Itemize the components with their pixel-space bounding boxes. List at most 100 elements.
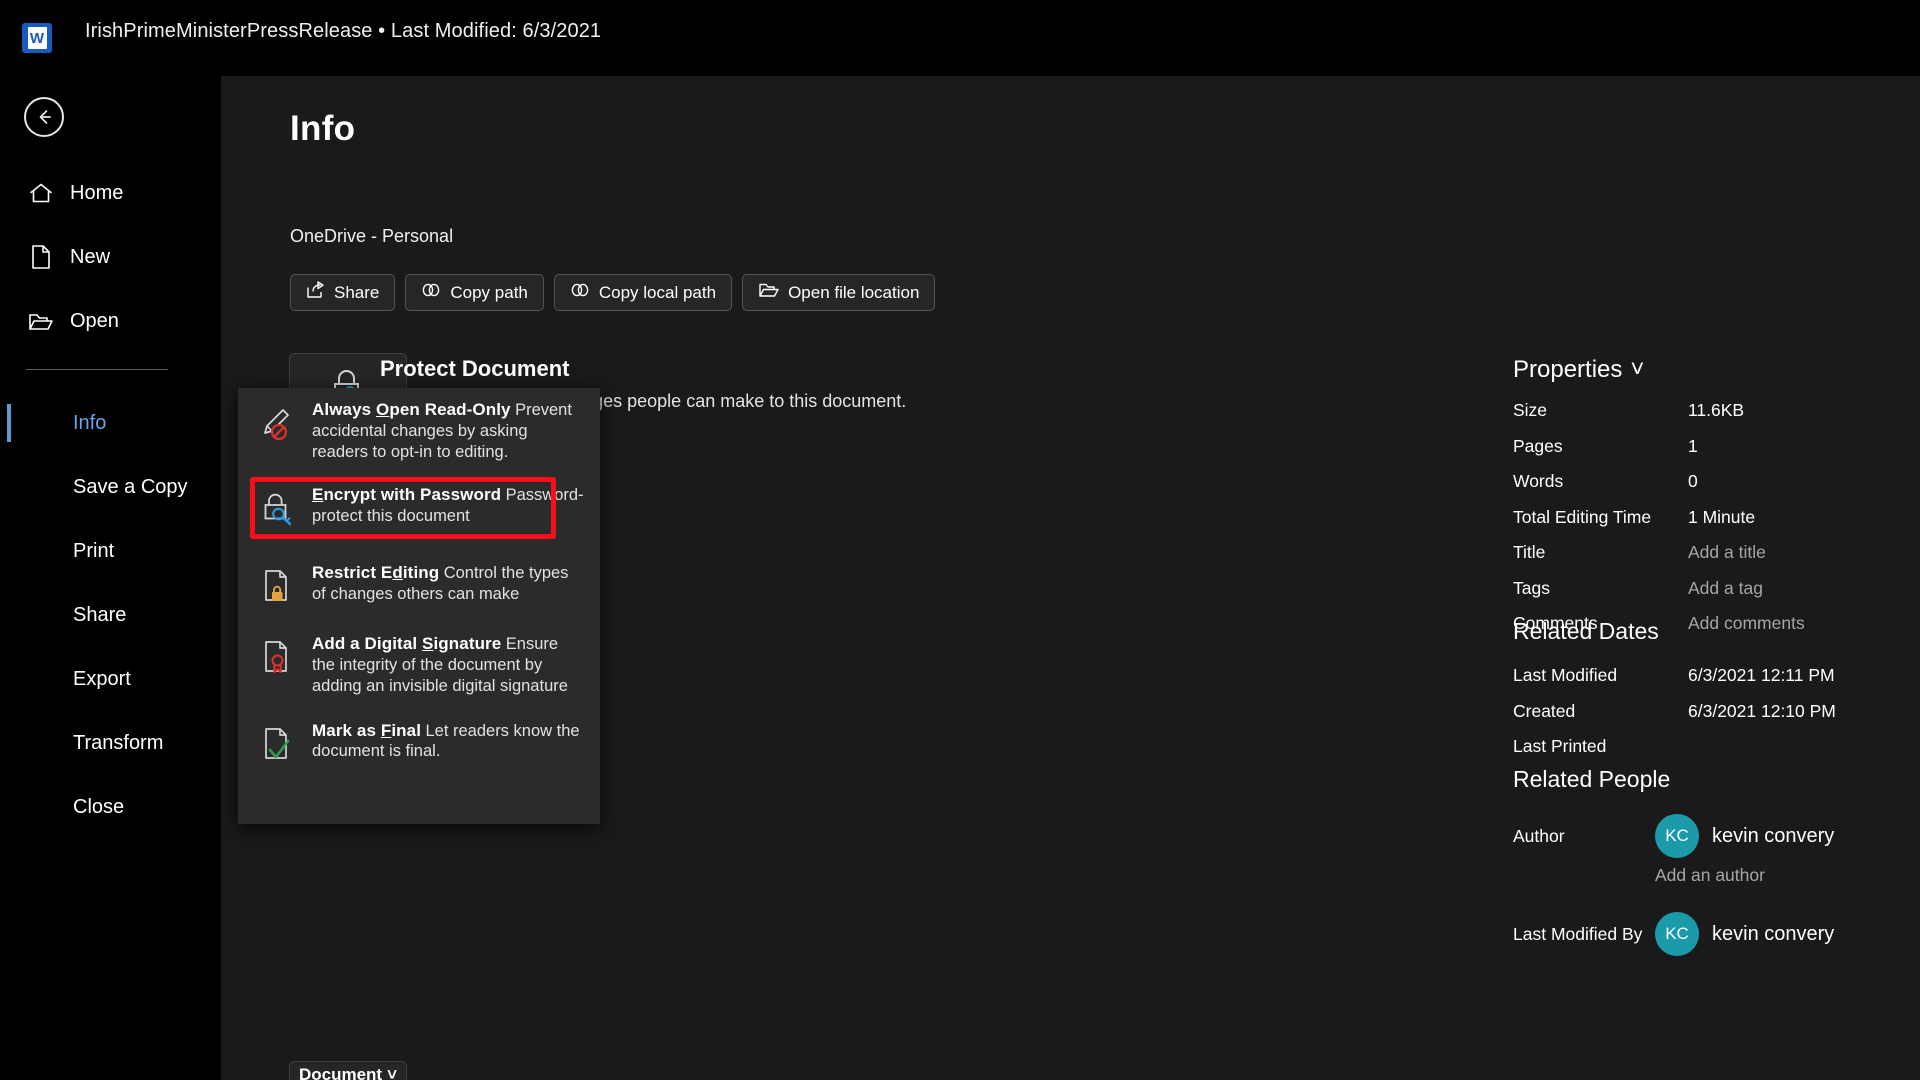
sidebar-item-export[interactable]: Export [0, 647, 221, 711]
sidebar-item-save-a-copy[interactable]: Save a Copy [0, 455, 221, 519]
back-button[interactable] [24, 97, 64, 137]
lock-key-icon [258, 484, 298, 533]
page-title: Info [290, 109, 356, 148]
menu-item-restrict-editing[interactable]: Restrict Editing Control the types of ch… [238, 544, 600, 622]
property-key: Words [1513, 471, 1564, 491]
chevron-down-icon: ˅ [1630, 356, 1645, 383]
menu-item-text: Always Open Read-Only Prevent accidental… [312, 399, 584, 462]
copy-path-button[interactable]: Copy path [405, 274, 544, 311]
properties-list: Size 11.6KB Pages 1 Words 0 Total Editin… [1513, 400, 1913, 649]
menu-item-title: Encrypt with Password [312, 485, 502, 505]
sidebar-top-group: Home New Open [0, 161, 221, 353]
word-backstage-info-screen: W IrishPrimeMinisterPressRelease • Last … [0, 0, 1920, 1080]
properties-heading-label: Properties [1513, 356, 1623, 383]
menu-item-mark-as-final[interactable]: Mark as Final Let readers know the docum… [238, 708, 600, 780]
menu-item-text: Mark as Final Let readers know the docum… [312, 720, 584, 769]
sidebar-item-share[interactable]: Share [0, 583, 221, 647]
related-date-value: 6/3/2021 12:11 PM [1688, 665, 1835, 685]
sidebar-item-label: Open [70, 309, 119, 332]
property-row-title: Title Add a title [1513, 542, 1913, 578]
file-actions-toolbar: Share Copy path Copy local path Open fil… [290, 274, 936, 311]
related-date-row-created: Created 6/3/2021 12:10 PM [1513, 701, 1913, 737]
menu-item-encrypt-with-password[interactable]: Encrypt with Password Password-protect t… [238, 473, 600, 544]
button-label: Copy path [450, 282, 528, 302]
document-title: IrishPrimeMinisterPressRelease • Last Mo… [85, 20, 602, 42]
sidebar-item-home[interactable]: Home [0, 161, 221, 225]
related-date-key: Created [1513, 700, 1576, 721]
property-value: 1 [1688, 435, 1698, 456]
document-seal-icon [258, 633, 298, 696]
property-row-total-editing-time: Total Editing Time 1 Minute [1513, 507, 1913, 543]
property-value: 11.6KB [1688, 400, 1745, 420]
button-label: Share [334, 282, 380, 302]
copy-local-path-button[interactable]: Copy local path [553, 274, 733, 311]
menu-item-text: Encrypt with Password Password-protect t… [312, 484, 584, 533]
related-date-value: 6/3/2021 12:10 PM [1688, 700, 1836, 721]
back-arrow-icon [39, 110, 51, 124]
sidebar-item-label: New [70, 245, 111, 268]
share-icon [306, 281, 325, 304]
title-field[interactable]: Add a title [1688, 542, 1766, 563]
property-row-pages: Pages 1 [1513, 436, 1913, 472]
related-date-key: Last Modified [1513, 665, 1618, 685]
related-people-heading: Related People [1513, 766, 1671, 792]
menu-item-title: Always Open Read-Only [312, 400, 511, 419]
property-row-size: Size 11.6KB [1513, 400, 1913, 436]
sidebar-item-close[interactable]: Close [0, 775, 221, 839]
folder-open-icon [758, 281, 779, 304]
new-document-icon [26, 242, 56, 272]
chevron-down-icon: ˅ [387, 1065, 398, 1080]
properties-heading[interactable]: Properties ˅ [1513, 356, 1644, 384]
pencil-blocked-icon [258, 399, 298, 462]
link-icon [421, 281, 441, 304]
storage-location-label: OneDrive - Personal [290, 226, 454, 246]
sidebar-bottom-group: Info Save a Copy Print Share Export Tran… [0, 391, 221, 839]
sidebar-item-label: Export [73, 667, 131, 690]
menu-item-always-open-read-only[interactable]: Always Open Read-Only Prevent accidental… [238, 388, 600, 473]
bottom-tile-line2: Document ˅ [299, 1065, 397, 1080]
add-an-author-field[interactable]: Add an author [1655, 865, 1913, 905]
button-label: Open file location [788, 282, 920, 302]
property-key: Title [1513, 542, 1546, 562]
property-key: Tags [1513, 577, 1550, 598]
related-dates-section: Related Dates Last Modified 6/3/2021 12:… [1513, 618, 1913, 772]
related-people-section: Related People Author KC kevin convery A… [1513, 766, 1913, 963]
document-lock-icon [258, 562, 298, 611]
property-value: 0 [1688, 471, 1698, 491]
property-key: Total Editing Time [1513, 506, 1652, 527]
last-modified-by-row: Last Modified By KC kevin convery [1513, 905, 1913, 963]
link-icon [570, 281, 590, 304]
sidebar-item-transform[interactable]: Transform [0, 711, 221, 775]
sidebar-item-label: Share [73, 603, 127, 626]
related-date-row-last-modified: Last Modified 6/3/2021 12:11 PM [1513, 665, 1913, 701]
menu-item-text: Add a Digital Signature Ensure the integ… [312, 633, 584, 696]
tags-field[interactable]: Add a tag [1688, 578, 1763, 599]
related-date-key: Last Printed [1513, 736, 1607, 756]
sidebar-item-open[interactable]: Open [0, 289, 221, 353]
avatar: KC [1655, 814, 1699, 858]
avatar: KC [1655, 912, 1699, 956]
sidebar-item-info[interactable]: Info [0, 391, 221, 455]
backstage-sidebar: Home New Open Info Save a Copy Print Sha… [0, 76, 221, 1080]
button-label: Copy local path [598, 282, 717, 302]
sidebar-item-label: Home [70, 181, 124, 204]
property-row-tags: Tags Add a tag [1513, 578, 1913, 614]
manage-document-tile[interactable]: Document ˅ [289, 1061, 407, 1080]
open-file-location-button[interactable]: Open file location [742, 274, 936, 311]
sidebar-item-label: Transform [73, 731, 164, 754]
protect-document-dropdown-menu: Always Open Read-Only Prevent accidental… [238, 388, 600, 824]
related-dates-list: Last Modified 6/3/2021 12:11 PM Created … [1513, 665, 1913, 772]
menu-item-add-a-digital-signature[interactable]: Add a Digital Signature Ensure the integ… [238, 622, 600, 707]
open-folder-icon [26, 306, 56, 336]
document-check-icon [258, 720, 298, 769]
author-key: Author [1513, 825, 1565, 846]
sidebar-item-label: Save a Copy [73, 475, 188, 498]
bottom-tile-label: Document [298, 1065, 383, 1080]
protect-document-heading: Protect Document [380, 356, 570, 381]
property-key: Pages [1513, 435, 1563, 456]
sidebar-item-print[interactable]: Print [0, 519, 221, 583]
word-logo-letter: W [27, 27, 47, 49]
share-button[interactable]: Share [290, 274, 396, 311]
related-dates-heading: Related Dates [1513, 618, 1659, 644]
sidebar-item-new[interactable]: New [0, 225, 221, 289]
